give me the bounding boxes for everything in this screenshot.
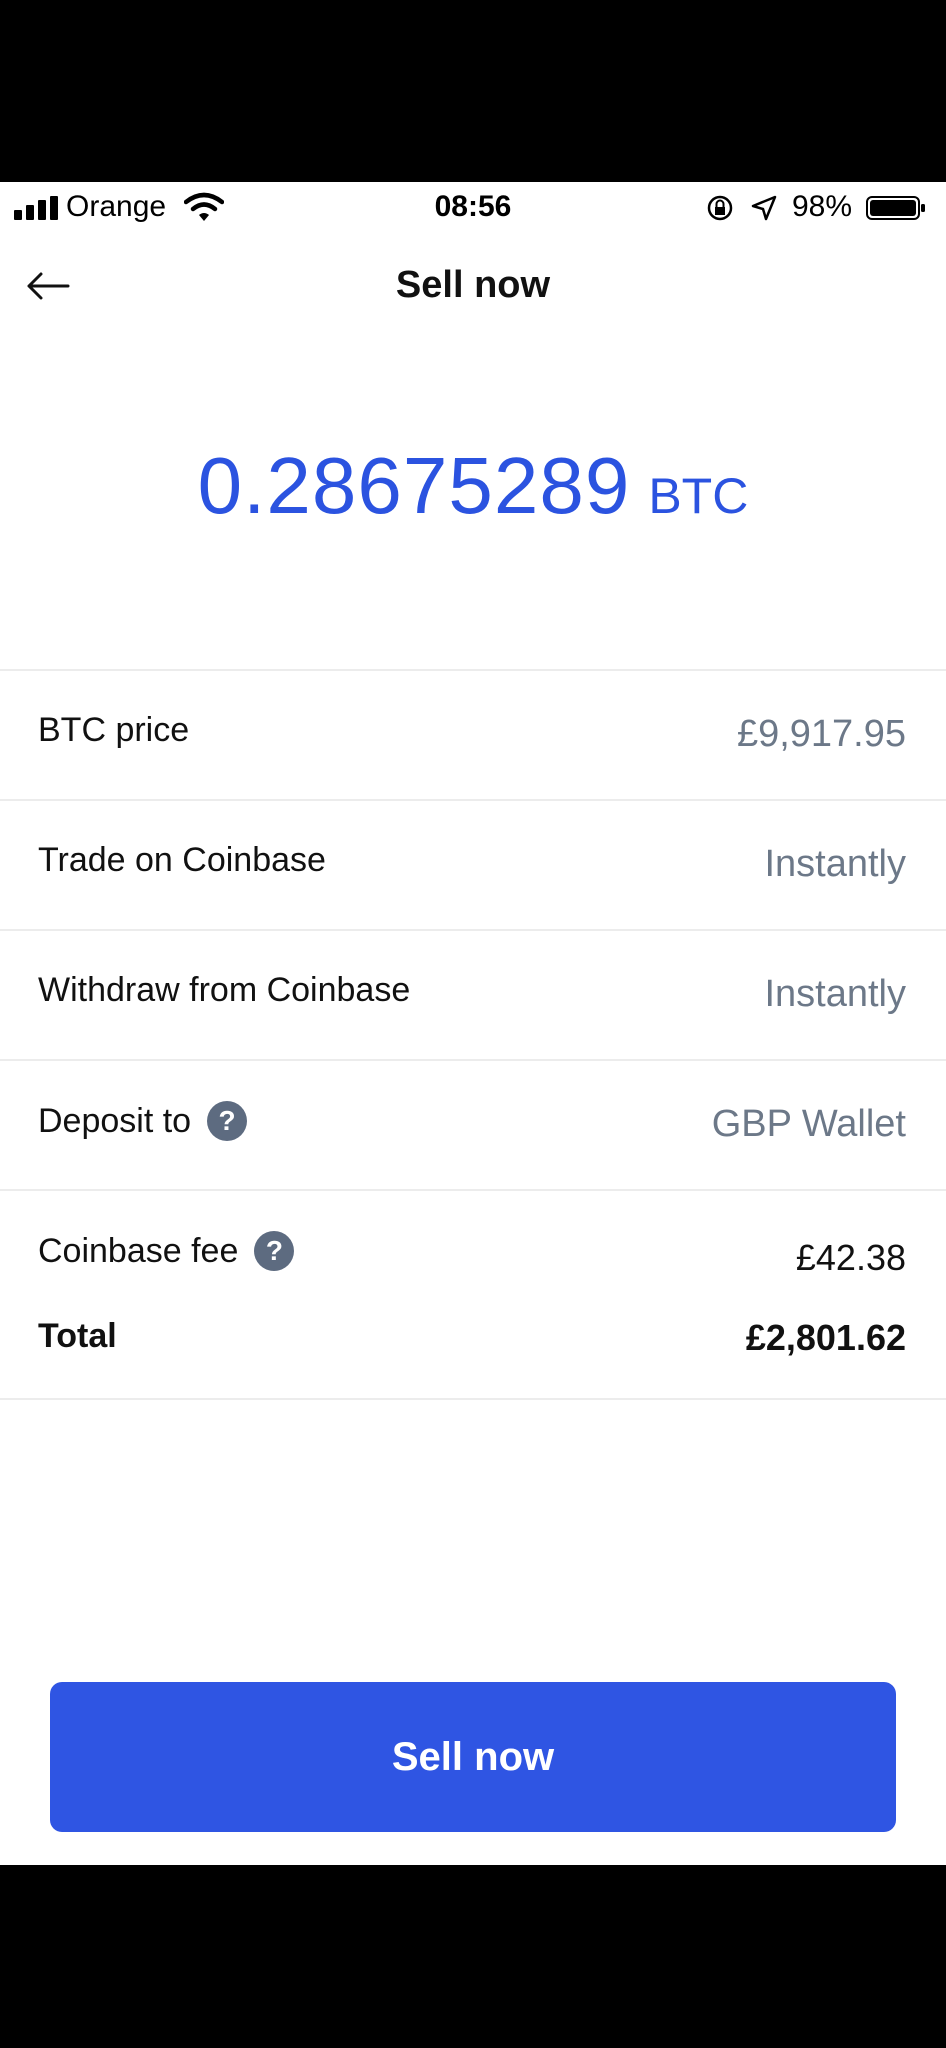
battery-percent: 98% [792, 190, 853, 223]
fee-total-block: Coinbase fee ? £42.38 Total £2,801.62 [0, 1189, 946, 1400]
status-bar: Orange 08:56 98% [0, 182, 946, 234]
nav-bar: Sell now [0, 234, 946, 346]
trade-label: Trade on Coinbase [38, 841, 326, 879]
amount-value: 0.28675289 [197, 441, 631, 530]
battery-icon [866, 196, 925, 220]
fee-help-icon[interactable]: ? [254, 1231, 295, 1271]
page-title: Sell now [395, 264, 551, 306]
deposit-row: Deposit to ? GBP Wallet [0, 1059, 946, 1189]
crypto-amount: 0.28675289 BTC [0, 440, 946, 532]
fee-value: £42.38 [795, 1237, 906, 1278]
orientation-lock-icon [707, 195, 733, 221]
withdraw-row: Withdraw from Coinbase Instantly [0, 929, 946, 1059]
trade-row: Trade on Coinbase Instantly [0, 799, 946, 929]
withdraw-value: Instantly [764, 973, 906, 1015]
sell-now-button[interactable]: Sell now [50, 1682, 896, 1832]
total-label: Total [38, 1317, 117, 1355]
amount-unit: BTC [648, 468, 749, 524]
total-value: £2,801.62 [745, 1317, 906, 1358]
btc-price-label: BTC price [38, 711, 190, 749]
fee-label: Coinbase fee [38, 1231, 239, 1270]
withdraw-label: Withdraw from Coinbase [38, 971, 411, 1009]
trade-value: Instantly [764, 843, 906, 885]
summary-list: BTC price £9,917.95 Trade on Coinbase In… [0, 669, 946, 1400]
btc-price-value: £9,917.95 [736, 713, 906, 755]
deposit-label: Deposit to [38, 1101, 192, 1140]
app-screen: Orange 08:56 98% Sell now 0.28675289 BTC… [0, 182, 946, 1865]
btc-price-row: BTC price £9,917.95 [0, 669, 946, 799]
location-icon [751, 195, 777, 221]
deposit-value: GBP Wallet [711, 1103, 906, 1145]
deposit-help-icon[interactable]: ? [207, 1101, 248, 1141]
